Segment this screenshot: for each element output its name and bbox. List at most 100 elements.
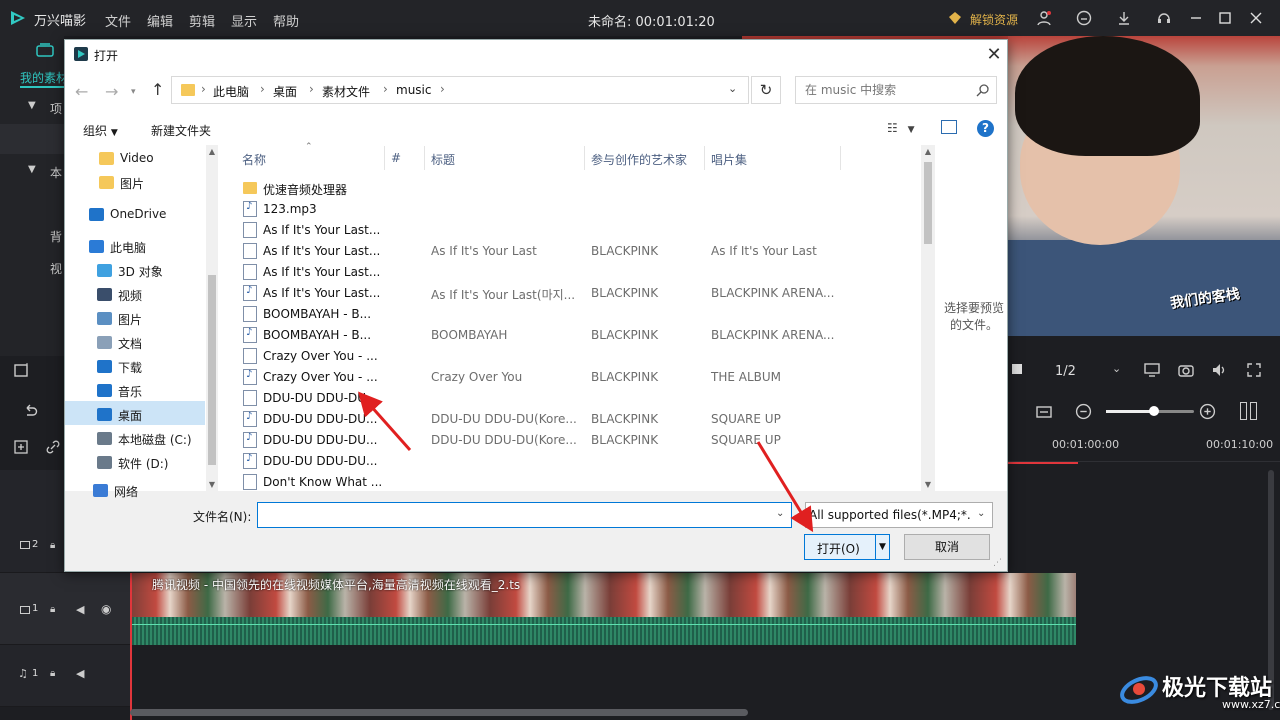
scroll-up-icon[interactable]: ▲: [921, 147, 935, 156]
file-row[interactable]: 123.mp3: [237, 199, 917, 220]
download-icon[interactable]: [1116, 10, 1132, 26]
menu-edit[interactable]: 编辑: [147, 11, 173, 30]
expand-caret-icon[interactable]: ▼: [28, 164, 36, 175]
open-button[interactable]: 打开(O) ▼: [804, 534, 890, 560]
back-arrow-icon[interactable]: ←: [75, 82, 88, 101]
nav-item[interactable]: 网络: [65, 479, 205, 503]
file-row[interactable]: BOOMBAYAH - B...: [237, 304, 917, 325]
lock-icon[interactable]: 🔒︎: [50, 540, 55, 551]
playhead[interactable]: [130, 573, 132, 720]
user-icon[interactable]: [1036, 10, 1052, 26]
zoom-slider-thumb[interactable]: [1149, 406, 1159, 416]
resize-grip-icon[interactable]: ⋰: [993, 558, 1002, 568]
nav-pane-scroll-thumb[interactable]: [208, 275, 216, 465]
chevron-right-icon[interactable]: ›: [260, 82, 265, 96]
scroll-down-icon[interactable]: ▼: [921, 480, 935, 489]
menu-help[interactable]: 帮助: [273, 11, 299, 30]
timeline-horizontal-scrollbar[interactable]: [130, 709, 748, 716]
breadcrumb-desktop[interactable]: 桌面: [273, 83, 297, 100]
zoom-in-icon[interactable]: [1199, 403, 1216, 420]
file-row[interactable]: BOOMBAYAH - B... BOOMBAYAH BLACKPINK BLACKP…: [237, 325, 917, 346]
menu-clip[interactable]: 剪辑: [189, 11, 215, 30]
nav-item[interactable]: OneDrive: [65, 203, 205, 227]
column-album[interactable]: 唱片集: [711, 151, 747, 168]
scroll-down-icon[interactable]: ▼: [206, 480, 218, 489]
undo-icon[interactable]: [22, 404, 38, 420]
breadcrumb-this-pc[interactable]: 此电脑: [213, 83, 249, 100]
clip-volume-line[interactable]: [130, 624, 1076, 625]
speaker-icon[interactable]: ◀︎: [76, 603, 84, 616]
address-bar[interactable]: › 此电脑 › 桌面 › 素材文件 › music › ⌄: [171, 76, 749, 104]
nav-item[interactable]: 本地磁盘 (C:): [65, 427, 205, 451]
file-row[interactable]: DDU-DU DDU-DU... DDU-DU DDU-DU(Kore... BLA…: [237, 409, 917, 430]
stop-icon[interactable]: [1012, 364, 1022, 374]
lock-icon[interactable]: 🔒︎: [50, 604, 55, 615]
nav-item[interactable]: 音乐: [65, 379, 205, 403]
search-icon[interactable]: [976, 83, 990, 97]
add-media-icon[interactable]: [14, 362, 30, 378]
file-row[interactable]: DDU-DU DDU-DU...: [237, 451, 917, 472]
maximize-icon[interactable]: [1217, 10, 1233, 26]
file-row[interactable]: DDU-DU DDU-DU... DDU-DU DDU-DU(Kore... BLA…: [237, 430, 917, 451]
fullscreen-icon[interactable]: [1246, 362, 1262, 378]
media-library-icon[interactable]: [36, 43, 54, 57]
unlock-resources-button[interactable]: 解锁资源: [970, 11, 1018, 28]
volume-icon[interactable]: [1211, 362, 1227, 378]
left-row-local[interactable]: 本: [50, 164, 62, 181]
column-divider[interactable]: [840, 146, 841, 170]
breadcrumb-music[interactable]: music: [396, 83, 431, 97]
file-row[interactable]: 优速音频处理器: [237, 178, 917, 199]
file-row[interactable]: Crazy Over You - ...: [237, 346, 917, 367]
nav-item[interactable]: 桌面: [65, 403, 205, 427]
chevron-down-icon[interactable]: ⌄: [977, 508, 985, 519]
nav-item[interactable]: 文档: [65, 331, 205, 355]
link-icon[interactable]: [46, 440, 60, 454]
preview-pane-icon[interactable]: [941, 120, 957, 134]
column-name[interactable]: 名称: [242, 151, 266, 168]
search-box[interactable]: [795, 76, 997, 104]
filename-field[interactable]: ⌄: [257, 502, 792, 528]
filetype-select[interactable]: All supported files(*.MP4;*.FLV;*.AVI) ⌄: [805, 502, 993, 528]
nav-item[interactable]: Video: [65, 147, 205, 171]
search-input[interactable]: [797, 78, 969, 102]
chevron-down-icon[interactable]: ⌄: [776, 508, 784, 519]
camera-icon[interactable]: [1178, 362, 1194, 378]
nav-item[interactable]: 视频: [65, 283, 205, 307]
left-row-project[interactable]: 项: [50, 100, 62, 117]
support-icon[interactable]: [1156, 10, 1172, 26]
file-row[interactable]: As If It's Your Last...: [237, 262, 917, 283]
scroll-up-icon[interactable]: ▲: [206, 147, 218, 156]
eye-icon[interactable]: ◉: [101, 602, 111, 616]
chevron-right-icon[interactable]: ›: [309, 82, 314, 96]
chevron-down-icon[interactable]: ⌄: [728, 82, 737, 95]
left-row-video[interactable]: 视: [50, 260, 62, 277]
expand-caret-icon[interactable]: ▼: [28, 100, 36, 111]
column-track-number[interactable]: #: [391, 151, 401, 165]
file-row[interactable]: Crazy Over You - ... Crazy Over You BLACKP…: [237, 367, 917, 388]
chevron-right-icon[interactable]: ›: [383, 82, 388, 96]
new-folder-button[interactable]: 新建文件夹: [151, 122, 211, 139]
file-row[interactable]: As If It's Your Last... As If It's Your L…: [237, 241, 917, 262]
column-divider[interactable]: [704, 146, 705, 170]
left-row-background[interactable]: 背: [50, 228, 62, 245]
open-split-dropdown-icon[interactable]: ▼: [875, 535, 889, 559]
speaker-icon[interactable]: ◀︎: [76, 667, 84, 680]
lock-icon[interactable]: 🔒︎: [50, 668, 55, 679]
nav-item[interactable]: 此电脑: [65, 235, 205, 259]
file-row[interactable]: Don't Know What ...: [237, 472, 917, 493]
forward-arrow-icon[interactable]: →: [105, 82, 118, 101]
nav-item[interactable]: 图片: [65, 171, 205, 195]
layout-icon[interactable]: [1240, 402, 1247, 420]
filename-input[interactable]: [258, 503, 768, 527]
file-list-scroll-thumb[interactable]: [924, 162, 932, 244]
zoom-out-icon[interactable]: [1075, 403, 1092, 420]
chevron-right-icon[interactable]: ›: [201, 82, 206, 96]
organize-button[interactable]: 组织 ▼: [83, 122, 118, 139]
dialog-close-icon[interactable]: ✕: [983, 44, 1005, 66]
file-row[interactable]: As If It's Your Last...: [237, 220, 917, 241]
file-row[interactable]: As If It's Your Last... As If It's Your L…: [237, 283, 917, 304]
recent-locations-icon[interactable]: ▾: [131, 87, 136, 97]
monitor-icon[interactable]: [1144, 362, 1160, 378]
layout-icon-2[interactable]: [1250, 402, 1257, 420]
column-divider[interactable]: [584, 146, 585, 170]
